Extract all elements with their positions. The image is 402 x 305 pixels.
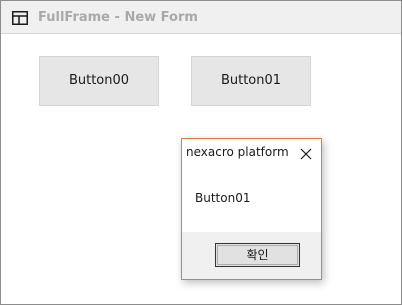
dialog-footer: 확인 [182, 232, 321, 279]
app-window: FullFrame - New Form Button00 Button01 n… [0, 0, 402, 305]
ok-button[interactable]: 확인 [215, 243, 300, 267]
dialog-title: nexacro platform [186, 145, 289, 159]
alert-dialog: nexacro platform Button01 확인 [181, 138, 322, 280]
window-title: FullFrame - New Form [38, 10, 198, 25]
dialog-message: Button01 [195, 191, 251, 205]
button01[interactable]: Button01 [191, 56, 311, 106]
windows-logo-icon [12, 10, 28, 25]
title-bar: FullFrame - New Form [1, 1, 401, 34]
button00[interactable]: Button00 [39, 56, 159, 106]
close-icon[interactable] [300, 145, 312, 160]
